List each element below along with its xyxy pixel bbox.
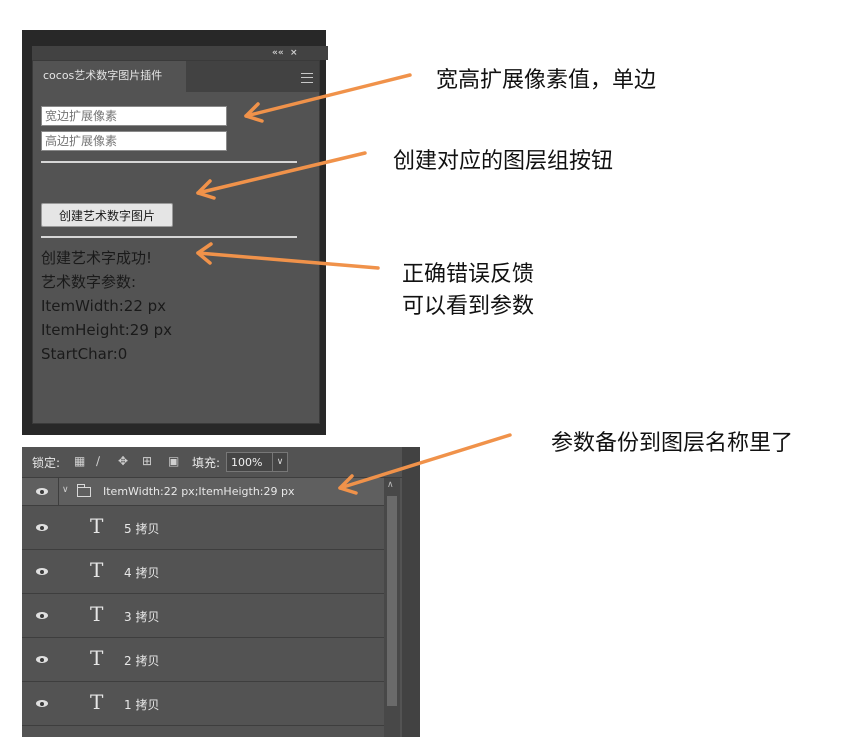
arrow-to-feedback [196,242,380,270]
arrow-to-layer-group [338,433,512,495]
arrow-to-create-button [196,151,367,200]
arrow-to-inputs [244,73,412,123]
annotation-arrows [196,73,512,495]
